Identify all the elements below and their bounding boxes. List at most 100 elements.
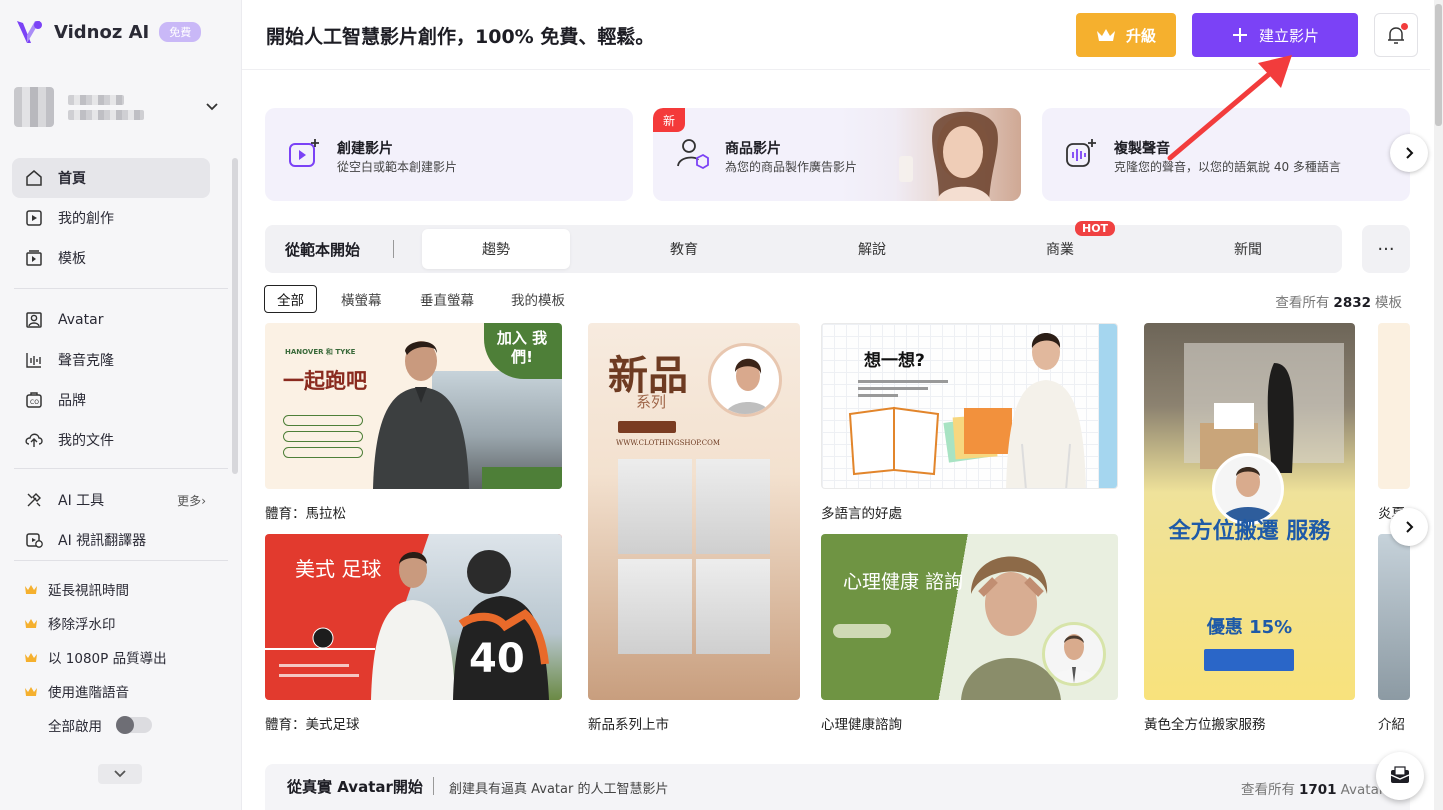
tab-explainer[interactable]: 解說 <box>798 229 946 269</box>
sidebar-scroll-down-button[interactable] <box>98 764 142 784</box>
sidebar-item-label: 聲音克隆 <box>58 353 114 369</box>
template-caption: 介紹 <box>1378 717 1405 733</box>
pro-item-extend-duration[interactable]: 延長視訊時間 <box>12 572 210 606</box>
main-nav: 首頁 我的創作 模板 <box>12 158 210 278</box>
sidebar-item-templates[interactable]: 模板 <box>12 238 210 278</box>
tab-trending[interactable]: 趨勢 <box>422 229 570 269</box>
template-thumb-summer[interactable] <box>1378 323 1410 489</box>
crown-icon <box>25 619 37 628</box>
home-icon <box>26 170 42 186</box>
tools-nav: Avatar 聲音克隆 CO 品牌 我的文件 <box>12 300 210 460</box>
pro-item-remove-watermark[interactable]: 移除浮水印 <box>12 606 210 640</box>
sidebar-item-label: 我的創作 <box>58 211 114 227</box>
template-thumb-marathon[interactable]: HANOVER 和 TYKE 一起跑吧 加入 我們! <box>265 323 562 489</box>
template-caption: 新品系列上市 <box>588 717 669 733</box>
pro-item-export-1080p[interactable]: 以 1080P 品質導出 <box>12 640 210 674</box>
sidebar-scrollbar[interactable] <box>232 158 238 474</box>
chevron-down-icon <box>206 103 218 111</box>
feature-card-voice-clone[interactable]: 複製聲音 克隆您的聲音，以您的語氣說 40 多種語言 <box>1042 108 1410 201</box>
upgrade-button[interactable]: 升級 <box>1076 13 1176 57</box>
template-thumb-football[interactable]: 美式 足球 40 <box>265 534 562 700</box>
feedback-mail-button[interactable] <box>1376 752 1424 800</box>
enable-all-label: 全部啟用 <box>48 719 102 735</box>
template-thumb-multilingual[interactable]: 想一想? <box>821 323 1118 489</box>
presenter-avatar <box>373 341 469 489</box>
template-thumb-mental-health[interactable]: 心理健康 諮詢 <box>821 534 1118 700</box>
template-category-tabs: 從範本開始 趨勢 教育 解說 商業 HOT 新聞 <box>265 221 1342 273</box>
new-badge: 新 <box>653 108 685 132</box>
crown-icon <box>1096 29 1115 41</box>
template-caption: 體育：美式足球 <box>265 717 360 733</box>
sidebar-item-my-files[interactable]: 我的文件 <box>12 420 210 460</box>
template-icon <box>26 250 42 266</box>
sidebar-item-home[interactable]: 首頁 <box>12 158 210 198</box>
plan-badge: 免費 <box>159 22 202 42</box>
play-square-icon <box>26 210 42 226</box>
ai-nav: AI 工具 更多› AI 視訊翻譯器 <box>12 480 210 560</box>
filter-all[interactable]: 全部 <box>264 285 317 313</box>
view-all-avatars-link[interactable]: 查看所有 1701 Avatar <box>1241 778 1384 798</box>
notification-dot <box>1401 23 1408 30</box>
divider <box>14 288 228 289</box>
chevron-right-icon: › <box>201 493 206 508</box>
filter-my-templates[interactable]: 我的模板 <box>511 285 565 313</box>
feature-card-product-video[interactable]: 新 商品影片 為您的商品製作廣告影片 <box>653 108 1021 201</box>
divider <box>14 468 228 469</box>
crown-icon <box>25 653 37 662</box>
more-categories-button[interactable]: ··· <box>1362 225 1410 273</box>
sidebar-item-video-translator[interactable]: AI 視訊翻譯器 <box>12 520 210 560</box>
enable-all-toggle[interactable] <box>116 716 152 734</box>
sidebar: Vidnoz AI 免費 首頁 我的創作 模板 Avatar 聲音克隆 CO 品… <box>0 0 242 810</box>
sidebar-item-label: 模板 <box>58 251 86 267</box>
more-tools-link[interactable]: 更多› <box>177 492 206 509</box>
template-thumb-new-collection[interactable]: 新品 系列 WWW.CLOTHINGSHOP.COM <box>588 323 800 700</box>
view-all-templates-link[interactable]: 查看所有 2832 模板 <box>1275 291 1402 311</box>
sidebar-item-ai-tools[interactable]: AI 工具 更多› <box>12 480 210 520</box>
upload-cloud-icon <box>25 433 43 447</box>
presenter-avatar <box>1042 622 1106 686</box>
sidebar-item-my-creations[interactable]: 我的創作 <box>12 198 210 238</box>
sidebar-item-label: AI 視訊翻譯器 <box>58 533 147 549</box>
template-caption: 黃色全方位搬家服務 <box>1144 717 1266 733</box>
plus-icon <box>1232 28 1247 42</box>
avatar-icon <box>26 312 42 328</box>
create-video-button[interactable]: 建立影片 <box>1192 13 1358 57</box>
top-header: 開始人工智慧影片創作，100% 免費、輕鬆。 升級 建立影片 <box>242 0 1430 70</box>
tab-education[interactable]: 教育 <box>610 229 758 269</box>
app-window: Vidnoz AI 免費 首頁 我的創作 模板 Avatar 聲音克隆 CO 品… <box>0 0 1443 810</box>
chevron-right-icon <box>1406 521 1414 533</box>
brand-icon: CO <box>26 392 42 408</box>
filter-portrait[interactable]: 垂直螢幕 <box>420 285 474 313</box>
sidebar-item-label: 我的文件 <box>58 433 114 449</box>
divider <box>14 560 228 561</box>
page-scrollbar-thumb[interactable] <box>1435 4 1442 126</box>
feature-card-create-video[interactable]: 創建影片 從空白或範本創建影片 <box>265 108 633 201</box>
account-switcher[interactable] <box>14 84 226 130</box>
chevron-right-icon <box>1406 147 1414 159</box>
sidebar-item-label: AI 工具 <box>58 493 105 509</box>
features-next-button[interactable] <box>1390 134 1428 172</box>
hot-badge: HOT <box>1075 221 1116 236</box>
sidebar-item-label: 品牌 <box>58 393 86 409</box>
filter-landscape[interactable]: 橫螢幕 <box>341 285 382 313</box>
sidebar-item-brand[interactable]: CO 品牌 <box>12 380 210 420</box>
sidebar-item-avatar[interactable]: Avatar <box>12 300 210 340</box>
chevron-down-icon <box>114 770 126 778</box>
section-label: 從範本開始 <box>285 241 361 259</box>
template-thumb-intro[interactable] <box>1378 534 1410 700</box>
tools-icon <box>27 493 41 507</box>
account-email-redacted <box>68 109 144 120</box>
notifications-button[interactable] <box>1374 13 1418 57</box>
templates-next-button[interactable] <box>1390 508 1428 546</box>
vidnoz-logo-icon <box>17 21 42 43</box>
sidebar-item-voice-clone[interactable]: 聲音克隆 <box>12 340 210 380</box>
tab-news[interactable]: 新聞 <box>1174 229 1322 269</box>
avatar <box>14 87 54 127</box>
logo[interactable]: Vidnoz AI 免費 <box>14 16 202 48</box>
template-thumb-moving-service[interactable]: 全方位搬遷 服務 優惠 15% <box>1144 323 1355 700</box>
pro-item-premium-voice[interactable]: 使用進階語音 <box>12 674 210 708</box>
mail-icon <box>1390 766 1410 783</box>
tab-business[interactable]: 商業 <box>986 229 1134 269</box>
brand-name: Vidnoz AI <box>54 21 150 43</box>
voice-clone-icon <box>1066 139 1096 167</box>
